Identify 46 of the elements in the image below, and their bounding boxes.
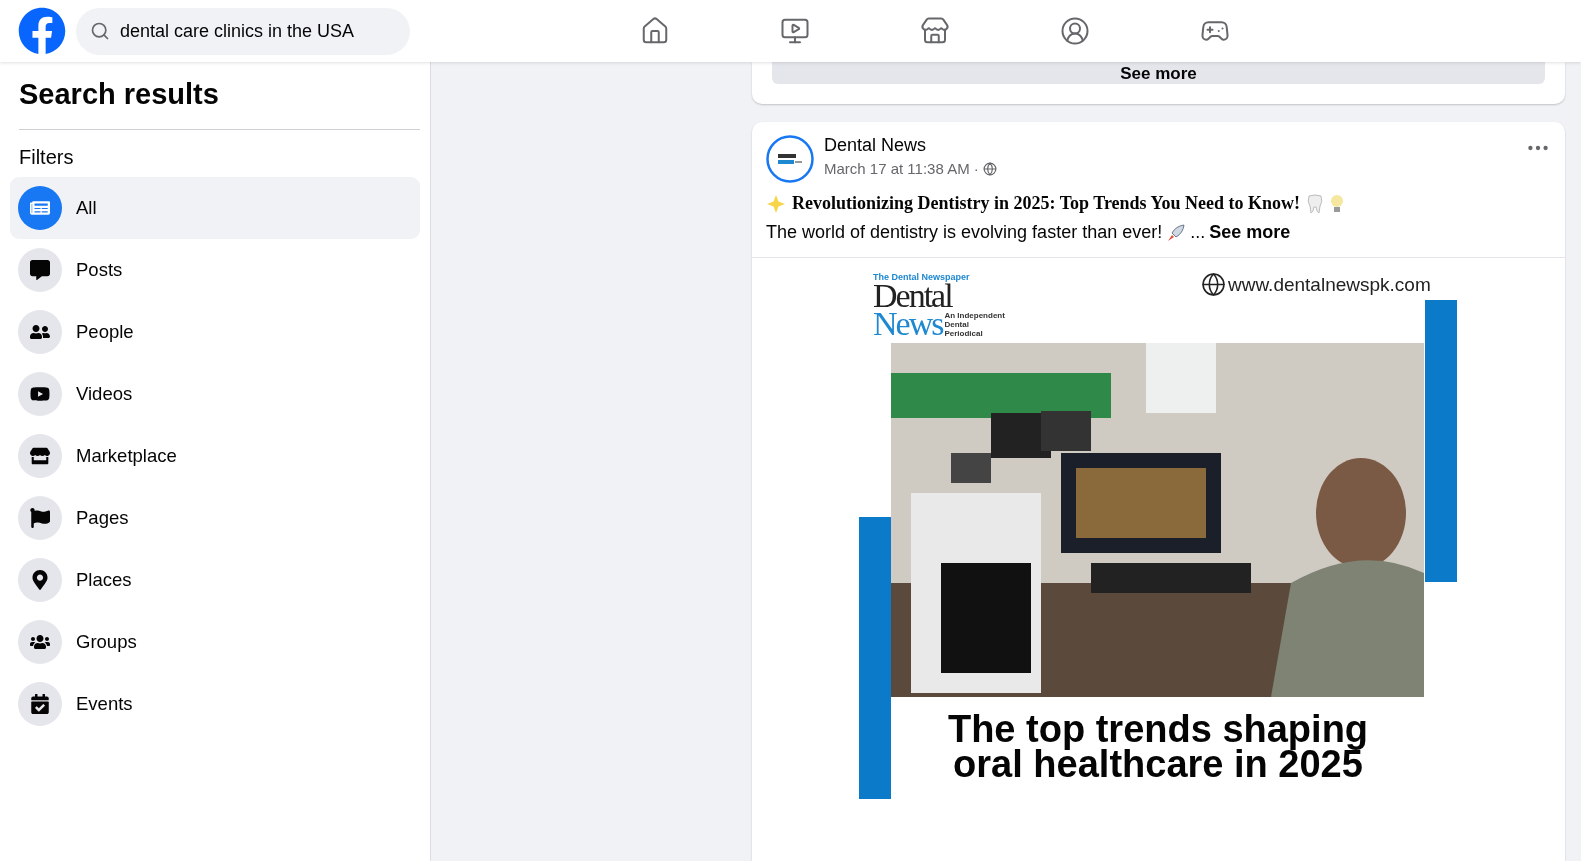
newspaper-icon bbox=[18, 186, 62, 230]
filter-item[interactable]: Events bbox=[10, 673, 420, 735]
logo-note: An Independent Dental Periodical bbox=[944, 311, 1006, 338]
filter-item[interactable]: Places bbox=[10, 549, 420, 611]
filter-item[interactable]: Pages bbox=[10, 487, 420, 549]
store-icon bbox=[18, 434, 62, 478]
avatar-icon bbox=[766, 135, 814, 183]
see-more-link[interactable]: See more bbox=[1209, 222, 1291, 243]
headline-text: The top trends shaping oral healthcare in 2025 bbox=[946, 712, 1370, 782]
speech-bubble-icon bbox=[18, 248, 62, 292]
facebook-logo[interactable] bbox=[18, 7, 66, 55]
lightbulb-icon bbox=[1329, 193, 1344, 214]
people-icon[interactable] bbox=[1060, 16, 1090, 46]
post-title: Revolutionizing Dentistry in 2025: Top Trends You Need to Know! bbox=[792, 193, 1300, 214]
globe-icon bbox=[982, 161, 997, 176]
map-pin-icon bbox=[18, 558, 62, 602]
play-icon bbox=[18, 372, 62, 416]
post-timestamp[interactable]: March 17 at 11:38 AM · bbox=[824, 160, 979, 177]
flag-icon bbox=[18, 496, 62, 540]
home-icon[interactable] bbox=[640, 16, 670, 46]
filter-item[interactable]: People bbox=[10, 301, 420, 363]
ellipsis-text: ... bbox=[1190, 222, 1206, 243]
search-field[interactable]: dental care clinics in the USA bbox=[76, 7, 410, 55]
logo-text: News bbox=[873, 310, 943, 338]
rocket-icon bbox=[1166, 222, 1187, 243]
logo-tagline: The Dental Newspaper bbox=[873, 272, 971, 282]
people-icon bbox=[18, 310, 62, 354]
author-name[interactable]: Dental News bbox=[824, 135, 1515, 156]
filter-item[interactable]: Groups bbox=[10, 611, 420, 673]
logo-text: Dental bbox=[873, 282, 953, 310]
website-text: www.dentalnewspk.com bbox=[1228, 273, 1431, 296]
group-icon bbox=[18, 620, 62, 664]
filters-heading: Filters bbox=[19, 146, 75, 169]
tooth-icon bbox=[1305, 193, 1324, 214]
filter-item[interactable]: Videos bbox=[10, 363, 420, 425]
star-icon bbox=[766, 193, 786, 214]
see-more-button[interactable]: See more bbox=[772, 62, 1545, 84]
filter-item[interactable]: Marketplace bbox=[10, 425, 420, 487]
store-icon[interactable] bbox=[920, 16, 950, 46]
page-title: Search results bbox=[19, 78, 420, 130]
globe-icon bbox=[1201, 272, 1226, 297]
video-icon[interactable] bbox=[780, 16, 810, 46]
filter-item[interactable]: All bbox=[10, 177, 420, 239]
search-icon bbox=[90, 20, 110, 41]
filter-item[interactable]: Posts bbox=[10, 239, 420, 301]
post-text: The world of dentistry is evolving faster than ever! bbox=[766, 222, 1163, 243]
